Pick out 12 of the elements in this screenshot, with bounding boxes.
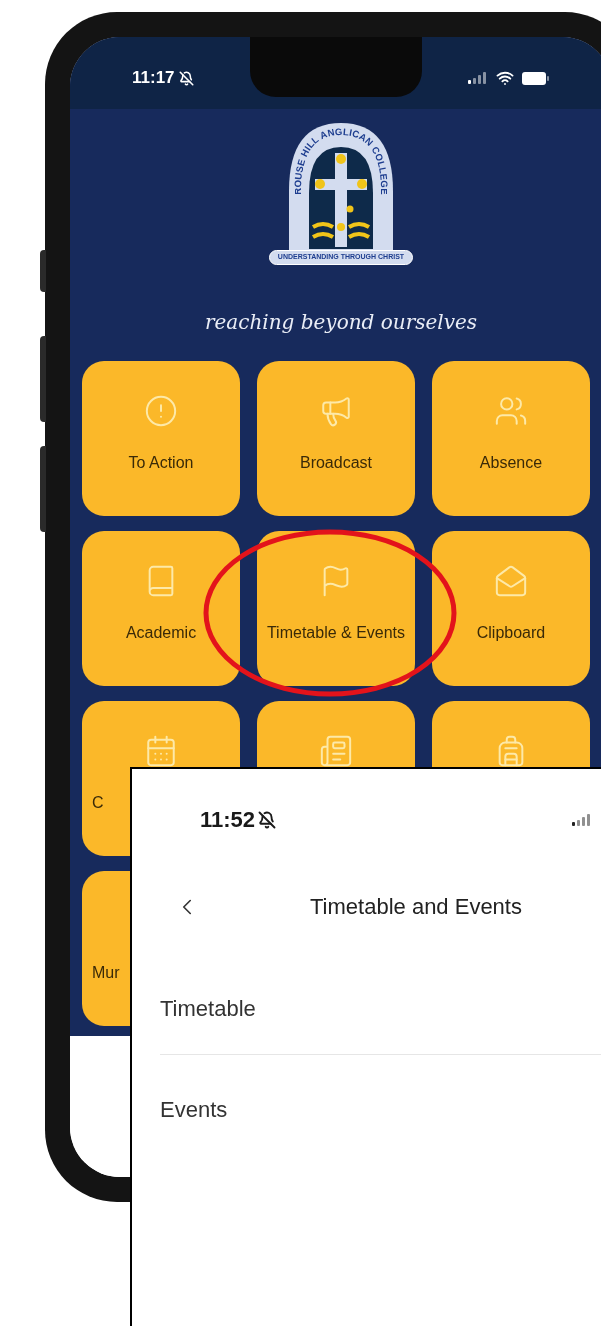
screen-title: Timetable and Events — [310, 893, 522, 921]
tile-label: Broadcast — [298, 452, 373, 473]
tile-label: Absence — [478, 452, 544, 473]
tile-label: Mur — [91, 962, 120, 983]
tile-label: Academic — [124, 622, 198, 643]
status-time: 11:17 — [132, 67, 175, 90]
tile-label: C — [91, 792, 104, 813]
status-time: 11:52 — [200, 806, 256, 834]
tile-label: Clipboard — [475, 622, 547, 643]
tile-label: To Action — [127, 452, 195, 473]
tagline: reaching beyond ourselves — [204, 308, 478, 336]
tile-label: Timetable & Events — [265, 622, 407, 643]
